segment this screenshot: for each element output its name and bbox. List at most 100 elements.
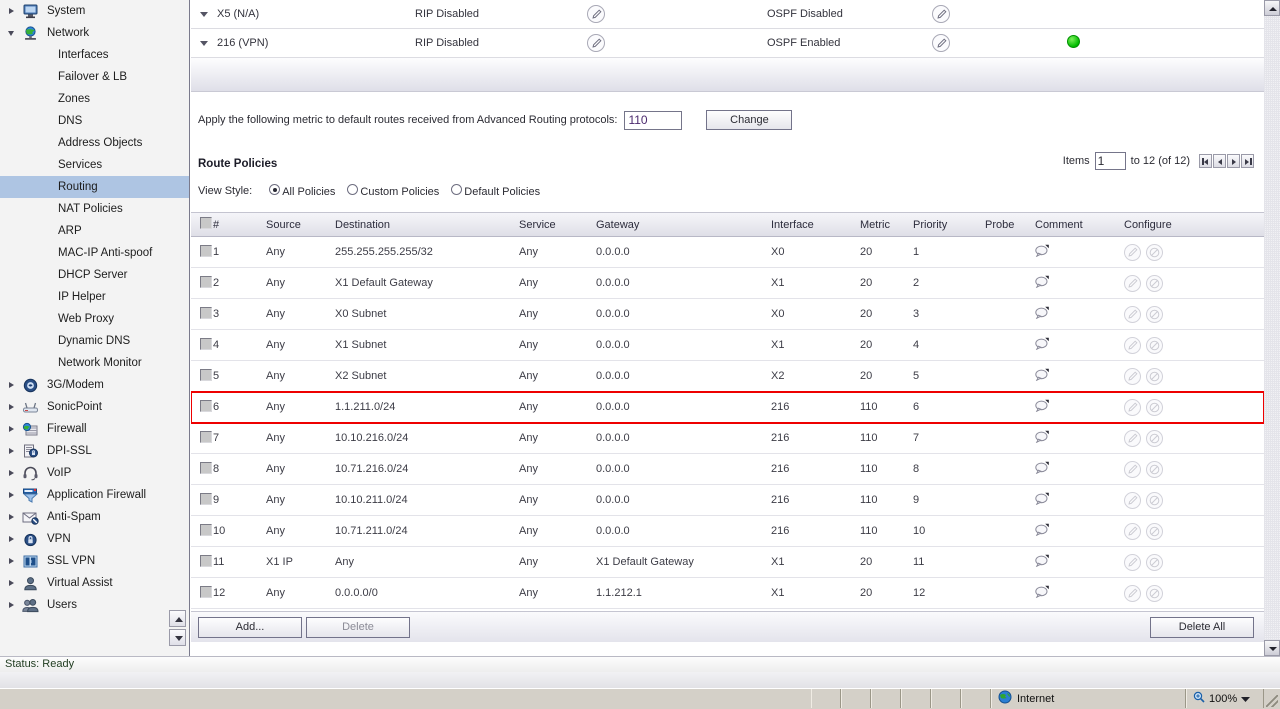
delete-disabled-icon[interactable] [1146, 429, 1163, 447]
delete-disabled-icon[interactable] [1146, 367, 1163, 385]
chevron-right-icon[interactable] [8, 535, 17, 544]
delete-disabled-icon[interactable] [1146, 522, 1163, 540]
delete-disabled-icon[interactable] [1146, 491, 1163, 509]
view-style-radio-custom-policies[interactable] [347, 184, 359, 195]
table-row[interactable]: 6 Any 1.1.211.0/24 Any 0.0.0.0 216 110 6 [191, 391, 1264, 424]
comment-balloon-icon[interactable] [1035, 275, 1050, 291]
row-checkbox[interactable] [200, 275, 212, 288]
sidebar-item-system[interactable]: System [0, 0, 189, 22]
edit-pencil-icon[interactable] [1124, 274, 1141, 292]
edit-pencil-icon[interactable] [1124, 336, 1141, 354]
edit-pencil-icon[interactable] [1124, 367, 1141, 385]
sidebar-item-vpn[interactable]: VPN [0, 528, 189, 550]
rip-edit-pencil-icon[interactable] [587, 34, 605, 52]
table-row[interactable]: 1 Any 255.255.255.255/32 Any 0.0.0.0 X0 20 1 [191, 237, 1264, 268]
comment-balloon-icon[interactable] [1035, 399, 1050, 415]
sidebar-item-routing[interactable]: Routing [0, 176, 189, 198]
chevron-right-icon[interactable] [8, 403, 17, 412]
view-style-radio-all-policies[interactable] [269, 184, 281, 195]
last-page-button[interactable] [1241, 154, 1254, 168]
sidebar-item-sonicpoint[interactable]: SonicPoint [0, 396, 189, 418]
scroll-up-button[interactable] [1264, 0, 1280, 16]
table-row[interactable]: 7 Any 10.10.216.0/24 Any 0.0.0.0 216 110 7 [191, 423, 1264, 454]
sidebar-item-dhcp-server[interactable]: DHCP Server [0, 264, 189, 286]
previous-page-button[interactable] [1213, 154, 1226, 168]
delete-disabled-icon[interactable] [1146, 336, 1163, 354]
sidebar-item-network[interactable]: Network [0, 22, 189, 44]
metric-input[interactable] [624, 110, 683, 130]
chevron-right-icon[interactable] [8, 557, 17, 566]
chevron-right-icon[interactable] [8, 381, 17, 390]
delete-disabled-icon[interactable] [1146, 398, 1163, 416]
sidebar-item-services[interactable]: Services [0, 154, 189, 176]
sidebar-item-zones[interactable]: Zones [0, 88, 189, 110]
row-checkbox[interactable] [200, 399, 212, 412]
delete-disabled-icon[interactable] [1146, 584, 1163, 602]
table-row[interactable]: 11 X1 IP Any Any X1 Default Gateway X1 20 11 [191, 547, 1264, 578]
comment-balloon-icon[interactable] [1035, 244, 1050, 260]
delete-disabled-icon[interactable] [1146, 460, 1163, 478]
edit-pencil-icon[interactable] [1124, 460, 1141, 478]
sidebar-item-nat-policies[interactable]: NAT Policies [0, 198, 189, 220]
table-row[interactable]: 8 Any 10.71.216.0/24 Any 0.0.0.0 216 110 8 [191, 454, 1264, 485]
sidebar-item-anti-spam[interactable]: Anti-Spam [0, 506, 189, 528]
comment-balloon-icon[interactable] [1035, 306, 1050, 322]
sidebar-item-firewall[interactable]: Firewall [0, 418, 189, 440]
delete-disabled-icon[interactable] [1146, 243, 1163, 261]
change-button[interactable]: Change [706, 110, 793, 130]
sidebar-item-dpi-ssl[interactable]: DPI-SSL [0, 440, 189, 462]
table-row[interactable]: 10 Any 10.71.211.0/24 Any 0.0.0.0 216 110 10 [191, 516, 1264, 547]
table-row[interactable]: 3 Any X0 Subnet Any 0.0.0.0 X0 20 3 [191, 299, 1264, 330]
sidebar-item-network-monitor[interactable]: Network Monitor [0, 352, 189, 374]
comment-balloon-icon[interactable] [1035, 430, 1050, 446]
edit-pencil-icon[interactable] [1124, 305, 1141, 323]
sidebar-item-arp[interactable]: ARP [0, 220, 189, 242]
view-style-radio-label[interactable]: Default Policies [464, 186, 540, 198]
sidebar-item-mac-ip-anti-spoof[interactable]: MAC-IP Anti-spoof [0, 242, 189, 264]
delete-disabled-icon[interactable] [1146, 274, 1163, 292]
table-row[interactable]: 12 Any 0.0.0.0/0 Any 1.1.212.1 X1 20 12 [191, 578, 1264, 609]
comment-balloon-icon[interactable] [1035, 461, 1050, 477]
row-checkbox[interactable] [200, 523, 212, 536]
security-zone-indicator[interactable]: Internet [991, 689, 1186, 708]
ospf-edit-pencil-icon[interactable] [932, 34, 950, 52]
edit-pencil-icon[interactable] [1124, 398, 1141, 416]
sidebar-scroll-buttons[interactable] [169, 610, 186, 648]
chevron-right-icon[interactable] [8, 425, 17, 434]
delete-disabled-icon[interactable] [1146, 553, 1163, 571]
row-checkbox[interactable] [200, 337, 212, 350]
edit-pencil-icon[interactable] [1124, 243, 1141, 261]
chevron-right-icon[interactable] [8, 601, 17, 610]
sidebar-item-web-proxy[interactable]: Web Proxy [0, 308, 189, 330]
sidebar-item-users[interactable]: Users [0, 594, 189, 616]
sidebar-item-address-objects[interactable]: Address Objects [0, 132, 189, 154]
sidebar-item-ip-helper[interactable]: IP Helper [0, 286, 189, 308]
chevron-right-icon[interactable] [8, 447, 17, 456]
sidebar-item-dynamic-dns[interactable]: Dynamic DNS [0, 330, 189, 352]
chevron-right-icon[interactable] [8, 7, 17, 16]
zoom-control[interactable]: 100% [1186, 689, 1264, 708]
ospf-edit-pencil-icon[interactable] [932, 5, 950, 23]
row-checkbox[interactable] [200, 244, 212, 257]
items-start-input[interactable] [1094, 152, 1126, 170]
comment-balloon-icon[interactable] [1035, 554, 1050, 570]
chevron-right-icon[interactable] [8, 579, 17, 588]
expand-collapse-triangle-icon[interactable] [191, 40, 217, 46]
scroll-down-button[interactable] [1264, 640, 1280, 656]
table-row[interactable]: 2 Any X1 Default Gateway Any 0.0.0.0 X1 20 2 [191, 268, 1264, 299]
view-style-radio-label[interactable]: Custom Policies [360, 186, 439, 198]
delete-disabled-icon[interactable] [1146, 305, 1163, 323]
sidebar-item-failover-lb[interactable]: Failover & LB [0, 66, 189, 88]
chevron-right-icon[interactable] [8, 491, 17, 500]
next-page-button[interactable] [1227, 154, 1240, 168]
table-row[interactable]: 5 Any X2 Subnet Any 0.0.0.0 X2 20 5 [191, 361, 1264, 392]
view-style-radio-default-policies[interactable] [451, 184, 463, 195]
sidebar-item-voip[interactable]: VoIP [0, 462, 189, 484]
add-button[interactable]: Add... [198, 616, 302, 638]
sidebar-item-ssl-vpn[interactable]: SSL VPN [0, 550, 189, 572]
sidebar-item-dns[interactable]: DNS [0, 110, 189, 132]
sidebar-item-virtual-assist[interactable]: Virtual Assist [0, 572, 189, 594]
edit-pencil-icon[interactable] [1124, 429, 1141, 447]
row-checkbox[interactable] [200, 306, 212, 319]
edit-pencil-icon[interactable] [1124, 522, 1141, 540]
